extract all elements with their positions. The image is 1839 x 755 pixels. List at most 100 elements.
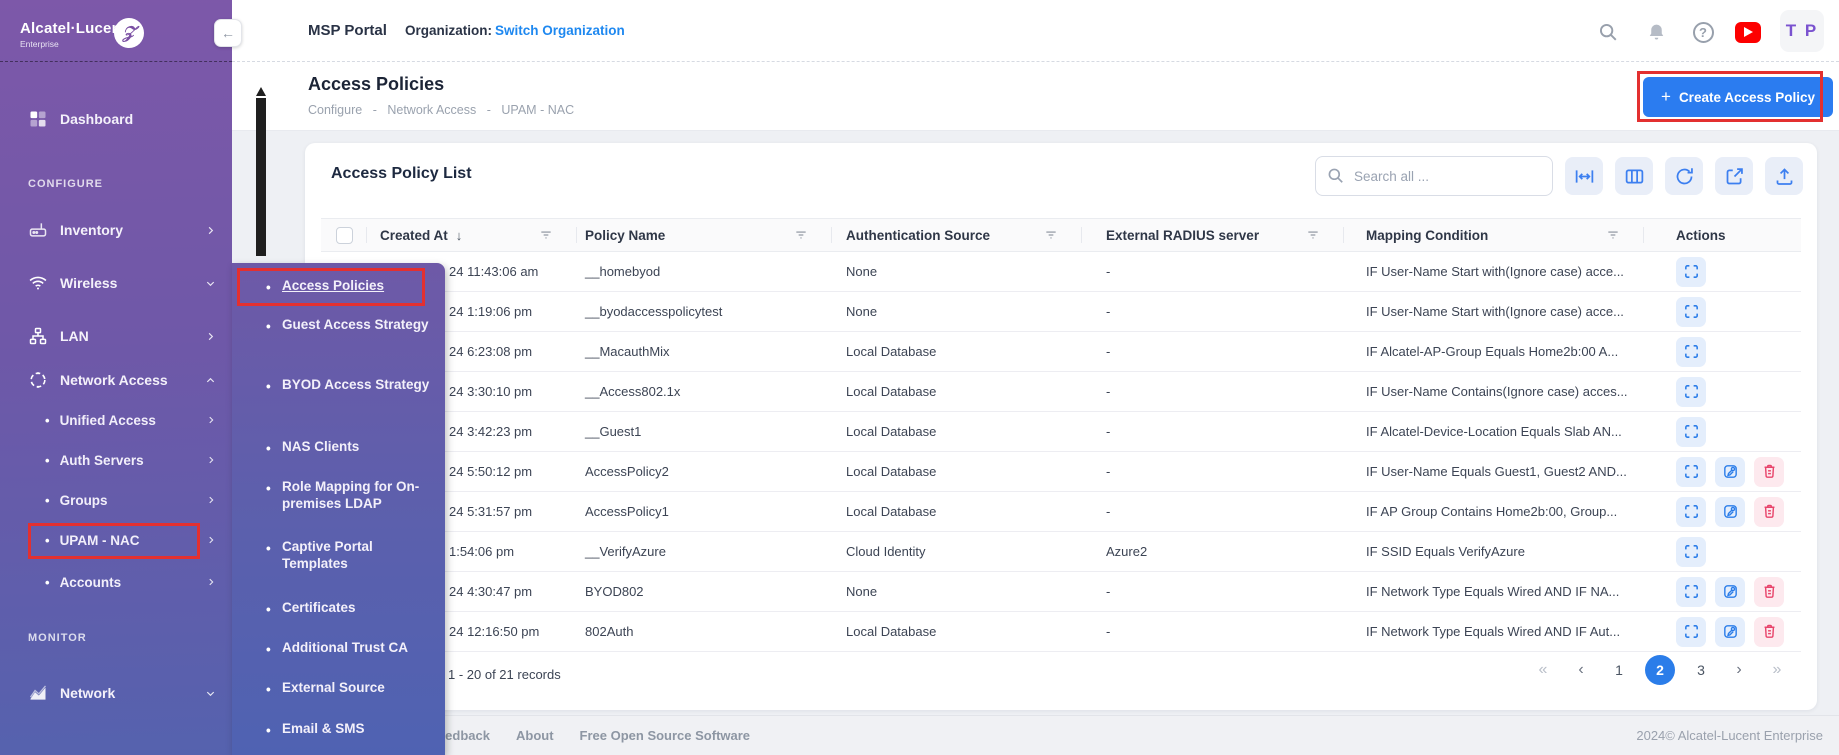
sidebar: Alcatel·Lucent Enterprise 𝒵 Dashboard CO… (0, 0, 232, 755)
sidebar-item-auth-servers[interactable]: Auth Servers (0, 446, 232, 474)
copyright-text: 2024© Alcatel-Lucent Enterprise (1636, 728, 1823, 743)
expand-row-button[interactable] (1676, 457, 1706, 487)
actions-cell (1644, 257, 1801, 287)
filter-icon[interactable] (794, 228, 808, 242)
submenu-item-access-policies[interactable]: Access Policies (232, 277, 445, 294)
filter-icon[interactable] (539, 228, 553, 242)
previous-page-button[interactable]: ‹ (1569, 655, 1593, 685)
delete-button[interactable] (1754, 577, 1784, 607)
switch-organization-link[interactable]: Switch Organization (495, 23, 625, 38)
youtube-icon[interactable] (1735, 19, 1761, 45)
sidebar-item-accounts[interactable]: Accounts (0, 568, 232, 596)
filter-icon[interactable] (1306, 228, 1320, 242)
table-row[interactable]: 24 4:30:47 pm BYOD802 None - IF Network … (321, 572, 1801, 612)
edit-button[interactable] (1715, 577, 1745, 607)
user-avatar[interactable]: T P (1780, 10, 1824, 52)
delete-button[interactable] (1754, 457, 1784, 487)
policy-name-cell: __homebyod (577, 264, 832, 279)
actions-cell (1644, 537, 1801, 567)
search-icon[interactable] (1595, 19, 1621, 45)
top-header-bar: MSP Portal Organization: Switch Organiza… (232, 0, 1839, 62)
page-2-button[interactable]: 2 (1645, 655, 1675, 685)
table-row[interactable]: 24 12:16:50 pm 802Auth Local Database - … (321, 612, 1801, 652)
breadcrumb-item[interactable]: Configure (308, 103, 362, 117)
submenu-item-additional-trust-ca[interactable]: Additional Trust CA (232, 639, 445, 656)
sidebar-item-label: UPAM - NAC (60, 533, 140, 548)
help-icon[interactable]: ? (1690, 19, 1716, 45)
expand-row-button[interactable] (1676, 297, 1706, 327)
first-page-button[interactable]: « (1531, 655, 1555, 685)
table-row[interactable]: 24 5:31:57 pm AccessPolicy1 Local Databa… (321, 492, 1801, 532)
breadcrumb-item[interactable]: Network Access (387, 103, 476, 117)
notifications-bell-icon[interactable] (1643, 19, 1669, 45)
sort-descending-icon[interactable]: ↓ (456, 228, 463, 243)
table-columns-button[interactable] (1615, 157, 1653, 195)
submenu-item-nas-clients[interactable]: NAS Clients (232, 438, 445, 455)
brand-subtitle: Enterprise (20, 39, 126, 49)
submenu-item-certificates[interactable]: Certificates (232, 599, 445, 616)
sidebar-item-label: Accounts (60, 575, 122, 590)
submenu-item-external-source[interactable]: External Source (232, 679, 445, 696)
sidebar-item-upam-nac[interactable]: UPAM - NAC (0, 526, 232, 554)
delete-button[interactable] (1754, 497, 1784, 527)
sidebar-item-network-monitor[interactable]: Network (0, 678, 232, 708)
actions-cell (1644, 377, 1801, 407)
table-row[interactable]: 24 3:42:23 pm __Guest1 Local Database - … (321, 412, 1801, 452)
expand-row-button[interactable] (1676, 257, 1706, 287)
sidebar-item-inventory[interactable]: Inventory (0, 215, 232, 245)
pagination: « ‹ 1 2 3 › » (1531, 655, 1789, 685)
table-row[interactable]: 1:54:06 pm __VerifyAzure Cloud Identity … (321, 532, 1801, 572)
submenu-item-email-sms[interactable]: Email & SMS (232, 720, 445, 737)
select-all-checkbox[interactable] (336, 227, 353, 244)
upload-button[interactable] (1765, 157, 1803, 195)
breadcrumb-separator: - (487, 103, 491, 117)
refresh-button[interactable] (1665, 157, 1703, 195)
edit-button[interactable] (1715, 457, 1745, 487)
table-row[interactable]: 24 1:19:06 pm __byodaccesspolicytest Non… (321, 292, 1801, 332)
table-row[interactable]: 24 5:50:12 pm AccessPolicy2 Local Databa… (321, 452, 1801, 492)
open-source-link[interactable]: Free Open Source Software (580, 728, 751, 743)
last-page-button[interactable]: » (1765, 655, 1789, 685)
expand-row-button[interactable] (1676, 377, 1706, 407)
vertical-scrollbar[interactable] (256, 98, 266, 256)
open-in-new-button[interactable] (1715, 157, 1753, 195)
expand-row-button[interactable] (1676, 337, 1706, 367)
breadcrumb-item: UPAM - NAC (501, 103, 574, 117)
expand-row-button[interactable] (1676, 537, 1706, 567)
auth-source-cell: Local Database (832, 424, 1082, 439)
table-row[interactable]: 24 6:23:08 pm __MacauthMix Local Databas… (321, 332, 1801, 372)
table-header-row: Created At ↓ Policy Name Authentication … (321, 218, 1801, 252)
search-input[interactable] (1315, 156, 1553, 196)
resize-columns-button[interactable] (1565, 157, 1603, 195)
sidebar-item-unified-access[interactable]: Unified Access (0, 406, 232, 434)
create-access-policy-button[interactable]: + Create Access Policy (1643, 77, 1833, 117)
page-1-button[interactable]: 1 (1607, 655, 1631, 685)
about-link[interactable]: About (516, 728, 554, 743)
filter-icon[interactable] (1044, 228, 1058, 242)
radius-server-cell: - (1082, 464, 1344, 479)
expand-row-button[interactable] (1676, 497, 1706, 527)
sidebar-item-groups[interactable]: Groups (0, 486, 232, 514)
sidebar-collapse-button[interactable]: ← (214, 19, 242, 47)
next-page-button[interactable]: › (1727, 655, 1751, 685)
page-3-button[interactable]: 3 (1689, 655, 1713, 685)
edit-button[interactable] (1715, 617, 1745, 647)
expand-row-button[interactable] (1676, 417, 1706, 447)
sidebar-item-lan[interactable]: LAN (0, 321, 232, 351)
submenu-item-captive-portal-templates[interactable]: Captive Portal Templates (232, 538, 445, 572)
table-row[interactable]: 24 11:43:06 am __homebyod None - IF User… (321, 252, 1801, 292)
sidebar-item-wireless[interactable]: Wireless (0, 268, 232, 298)
submenu-item-role-mapping-ldap[interactable]: Role Mapping for On-premises LDAP (232, 478, 445, 512)
sidebar-item-network-access[interactable]: Network Access (0, 365, 232, 395)
submenu-item-byod-access-strategy[interactable]: BYOD Access Strategy (232, 376, 445, 393)
submenu-item-guest-access-strategy[interactable]: Guest Access Strategy (232, 316, 445, 333)
column-header-mapping-condition: Mapping Condition (1344, 219, 1644, 251)
expand-row-button[interactable] (1676, 577, 1706, 607)
sidebar-item-dashboard[interactable]: Dashboard (0, 104, 232, 134)
expand-row-button[interactable] (1676, 617, 1706, 647)
auth-source-cell: Local Database (832, 504, 1082, 519)
edit-button[interactable] (1715, 497, 1745, 527)
delete-button[interactable] (1754, 617, 1784, 647)
filter-icon[interactable] (1606, 228, 1620, 242)
table-row[interactable]: 24 3:30:10 pm __Access802.1x Local Datab… (321, 372, 1801, 412)
